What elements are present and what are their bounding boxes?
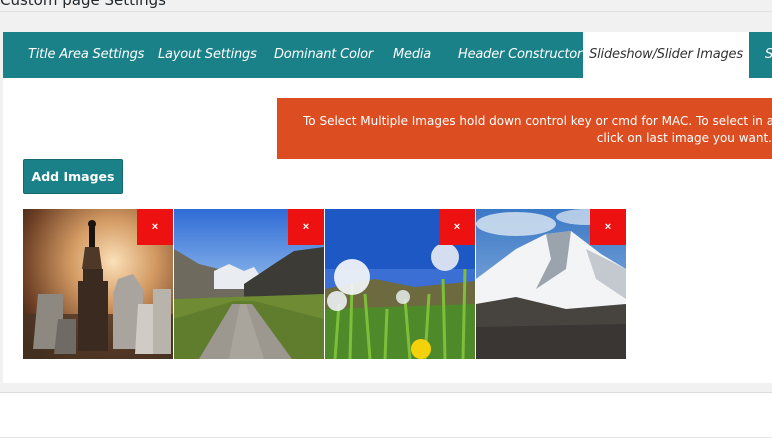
tab-media[interactable]: Media — [393, 32, 431, 78]
remove-image-4-button[interactable]: × — [590, 209, 626, 245]
remove-image-2-button[interactable]: × — [288, 209, 324, 245]
footer-divider-2 — [0, 437, 772, 438]
tab-layout-settings[interactable]: Layout Settings — [158, 32, 257, 78]
remove-image-3-button[interactable]: × — [439, 209, 475, 245]
footer-area — [0, 393, 772, 442]
gallery-item-2[interactable]: × — [174, 209, 324, 359]
page-title: Custom page Settings — [0, 0, 166, 9]
settings-panel: Title Area Settings Layout Settings Domi… — [3, 32, 772, 383]
tab-title-area-settings[interactable]: Title Area Settings — [28, 32, 144, 78]
notice-line-2: click on last image you want. — [596, 131, 772, 145]
notice-line-1: To Select Multiple Images hold down cont… — [303, 114, 772, 128]
gallery-item-4[interactable]: × — [476, 209, 626, 359]
slider-image-gallery: × × × × — [23, 209, 626, 359]
tab-dominant-color[interactable]: Dominant Color — [274, 32, 373, 78]
remove-image-1-button[interactable]: × — [137, 209, 173, 245]
header-divider — [0, 11, 772, 12]
multi-select-notice: To Select Multiple Images hold down cont… — [277, 98, 772, 159]
gallery-item-1[interactable]: × — [23, 209, 173, 359]
tab-slideshow-slider-images[interactable]: Slideshow/Slider Images — [583, 32, 749, 78]
gallery-item-3[interactable]: × — [325, 209, 475, 359]
add-images-button[interactable]: Add Images — [23, 159, 123, 194]
tab-header-constructor[interactable]: Header Constructor — [458, 32, 582, 78]
tab-more-truncated[interactable]: S — [765, 32, 772, 78]
settings-tab-bar: Title Area Settings Layout Settings Domi… — [3, 32, 772, 78]
